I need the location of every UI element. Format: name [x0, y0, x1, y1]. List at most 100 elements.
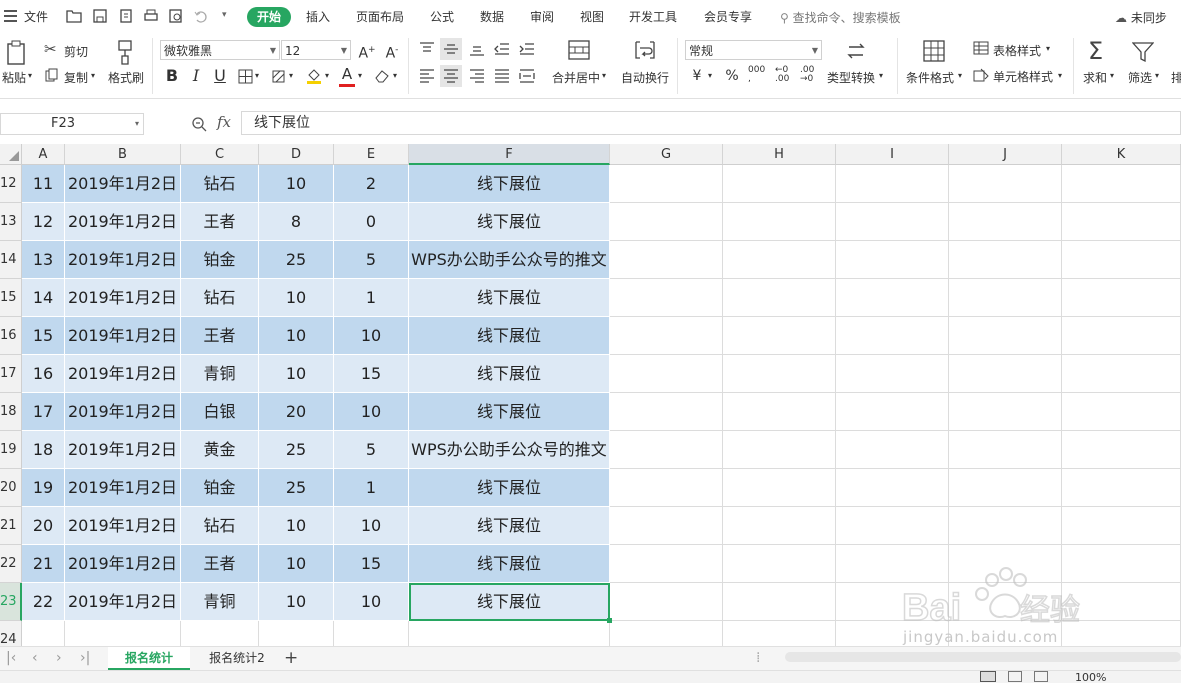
cell-b[interactable]: 2019年1月2日	[65, 431, 181, 469]
page-break-view-icon[interactable]	[1034, 671, 1048, 682]
cell-b[interactable]: 2019年1月2日	[65, 583, 181, 621]
fx-icon[interactable]: fx	[217, 113, 231, 131]
row-header[interactable]: 13	[0, 203, 22, 241]
scroll-grip-icon[interactable]: ⁞	[756, 647, 760, 669]
row-header[interactable]: 24	[0, 621, 22, 646]
cell-c[interactable]: 黄金	[181, 431, 259, 469]
cell-f[interactable]: 线下展位	[409, 507, 610, 545]
cell-c[interactable]: 王者	[181, 203, 259, 241]
tab-insert[interactable]: 插入	[306, 7, 330, 27]
increase-indent-icon[interactable]	[519, 42, 535, 56]
font-name-select[interactable]: 微软雅黑 ▼	[160, 40, 280, 60]
cell-d[interactable]: 25	[259, 431, 334, 469]
cell-a[interactable]: 13	[22, 241, 65, 279]
cell-a[interactable]: 12	[22, 203, 65, 241]
cell-g[interactable]	[610, 431, 723, 469]
zoom-formula-icon[interactable]	[191, 116, 207, 132]
cell-f[interactable]: 线下展位	[409, 393, 610, 431]
cell-a[interactable]: 11	[22, 165, 65, 203]
cell-b[interactable]: 2019年1月2日	[65, 317, 181, 355]
open-folder-icon[interactable]	[66, 8, 82, 24]
align-middle-icon[interactable]	[443, 42, 459, 56]
horizontal-scrollbar[interactable]	[785, 652, 1181, 662]
cell-e[interactable]: 2	[334, 165, 409, 203]
cell-c[interactable]: 青铜	[181, 583, 259, 621]
row-header[interactable]: 17	[0, 355, 22, 393]
row-header[interactable]: 18	[0, 393, 22, 431]
fill-handle[interactable]	[607, 618, 612, 623]
paste-icon[interactable]	[6, 40, 28, 66]
type-convert-button[interactable]: 类型转换	[827, 69, 875, 86]
formula-input[interactable]: 线下展位	[241, 111, 1181, 135]
font-color-dropdown-icon[interactable]: ▾	[358, 71, 362, 80]
font-size-select[interactable]: 12 ▼	[281, 40, 351, 60]
cell-e[interactable]: 10	[334, 583, 409, 621]
align-bottom-icon[interactable]	[469, 42, 485, 56]
menu-icon[interactable]	[4, 10, 17, 22]
cell-h[interactable]	[723, 507, 836, 545]
cell-f[interactable]: 线下展位	[409, 165, 610, 203]
decrease-font-icon[interactable]: A-	[382, 40, 402, 62]
column-header-j[interactable]: J	[949, 144, 1062, 165]
cell-g[interactable]	[610, 507, 723, 545]
cell-d[interactable]: 10	[259, 279, 334, 317]
cell-h[interactable]	[723, 279, 836, 317]
cell-i[interactable]	[836, 279, 949, 317]
cell-f[interactable]: WPS办公助手公众号的推文	[409, 241, 610, 279]
column-header-f[interactable]: F	[409, 144, 610, 165]
cell-f[interactable]: 线下展位	[409, 317, 610, 355]
cell-c[interactable]: 白银	[181, 393, 259, 431]
cell-g[interactable]	[610, 583, 723, 621]
cell-b[interactable]: 2019年1月2日	[65, 545, 181, 583]
sum-icon[interactable]: Σ	[1088, 37, 1103, 65]
print-icon[interactable]	[143, 8, 159, 24]
conditional-format-button[interactable]: 条件格式	[906, 69, 954, 86]
row-header[interactable]: 23	[0, 583, 22, 621]
cell-k[interactable]	[1062, 203, 1181, 241]
cell-b[interactable]: 2019年1月2日	[65, 241, 181, 279]
cell-a[interactable]: 18	[22, 431, 65, 469]
add-sheet-button[interactable]: +	[284, 647, 298, 669]
cell-h[interactable]	[723, 203, 836, 241]
column-header-c[interactable]: C	[181, 144, 259, 165]
eraser-icon[interactable]	[374, 69, 390, 83]
cell-h[interactable]	[723, 469, 836, 507]
cell-f[interactable]: 线下展位	[409, 279, 610, 317]
cell-e[interactable]	[334, 621, 409, 646]
cell-i[interactable]	[836, 431, 949, 469]
column-header-h[interactable]: H	[723, 144, 836, 165]
column-header-d[interactable]: D	[259, 144, 334, 165]
cell-b[interactable]: 2019年1月2日	[65, 469, 181, 507]
cell-c[interactable]: 青铜	[181, 355, 259, 393]
select-all-corner[interactable]	[0, 144, 22, 165]
chevron-down-icon[interactable]: ▾	[135, 114, 139, 134]
cell-i[interactable]	[836, 469, 949, 507]
cell-k[interactable]	[1062, 317, 1181, 355]
tab-page-layout[interactable]: 页面布局	[356, 7, 404, 27]
thousands-separator-icon[interactable]: 000,	[748, 66, 765, 84]
cell-b[interactable]: 2019年1月2日	[65, 203, 181, 241]
cell-d[interactable]: 10	[259, 545, 334, 583]
cell-c[interactable]: 钻石	[181, 279, 259, 317]
cell-k[interactable]	[1062, 393, 1181, 431]
cell-i[interactable]	[836, 507, 949, 545]
cell-b[interactable]: 2019年1月2日	[65, 279, 181, 317]
cell-g[interactable]	[610, 317, 723, 355]
cell-k[interactable]	[1062, 241, 1181, 279]
export-pdf-icon[interactable]	[118, 8, 134, 24]
currency-button[interactable]: ¥	[690, 66, 704, 86]
cell-c[interactable]: 王者	[181, 317, 259, 355]
cell-k[interactable]	[1062, 279, 1181, 317]
cell-b[interactable]: 2019年1月2日	[65, 507, 181, 545]
tab-developer[interactable]: 开发工具	[629, 7, 677, 27]
number-format-select[interactable]: 常规 ▼	[685, 40, 822, 60]
align-center-icon[interactable]	[443, 69, 459, 83]
cell-g[interactable]	[610, 355, 723, 393]
cell-j[interactable]	[949, 355, 1062, 393]
cell-f[interactable]: 线下展位	[409, 203, 610, 241]
zoom-level[interactable]: 100%	[1075, 671, 1106, 684]
command-search[interactable]: ⚲ 查找命令、搜索模板	[780, 9, 901, 26]
distributed-icon[interactable]	[519, 69, 535, 83]
copy-dropdown-icon[interactable]: ▾	[91, 71, 95, 80]
cell-f[interactable]: 线下展位	[409, 545, 610, 583]
